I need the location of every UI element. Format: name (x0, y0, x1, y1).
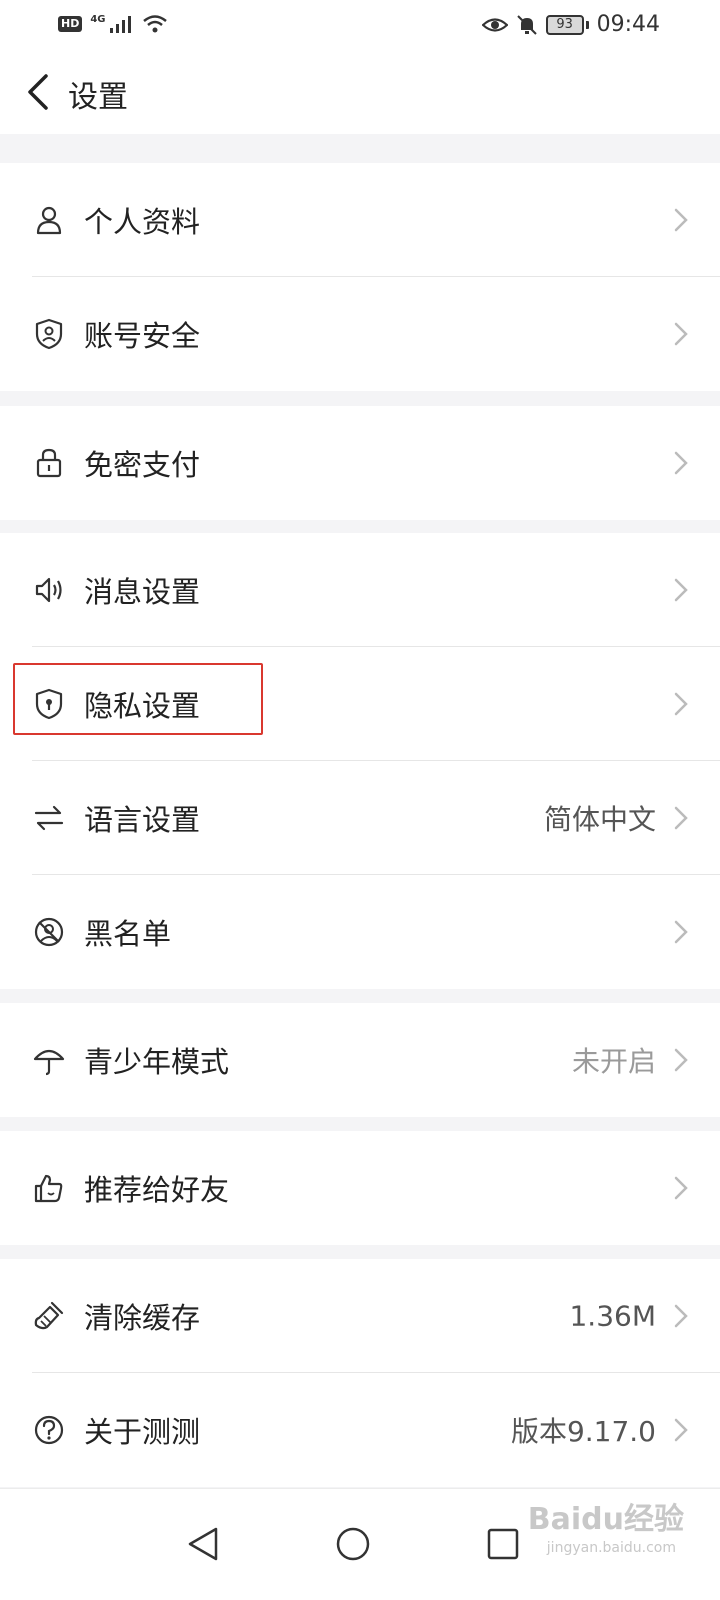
chevron-right-icon (674, 578, 688, 602)
wifi-icon (142, 15, 167, 33)
row-value: 版本9.17.0 (510, 1415, 656, 1448)
chevron-right-icon (674, 1304, 688, 1328)
row-label: 推荐给好友 (84, 1173, 230, 1207)
status-left: HD 4G (58, 14, 168, 34)
settings-group-storage: 清除缓存 1.36M 关于测测 版本9.17.0 (0, 1259, 720, 1487)
settings-row-account-security[interactable]: 账号安全 (0, 277, 720, 391)
blocked-user-icon (34, 917, 64, 947)
chevron-right-icon (674, 1418, 688, 1442)
row-value: 1.36M (569, 1299, 656, 1333)
chevron-right-icon (674, 806, 688, 830)
speaker-icon (35, 577, 62, 603)
row-label: 语言设置 (84, 803, 201, 837)
umbrella-icon (33, 1049, 65, 1076)
status-right: 93 09:44 (481, 12, 660, 37)
chevron-right-icon (674, 692, 688, 716)
chevron-right-icon (674, 1048, 688, 1072)
lock-icon (36, 448, 62, 478)
app-header: 设置 (0, 52, 720, 134)
settings-row-teen-mode[interactable]: 青少年模式 未开启 (0, 1003, 720, 1117)
bell-muted-icon (516, 14, 537, 35)
row-label: 免密支付 (84, 448, 201, 482)
chevron-right-icon (674, 322, 688, 346)
signal-icon (109, 16, 131, 33)
circle-home-icon[interactable] (318, 1509, 388, 1579)
page-title: 设置 (68, 80, 128, 115)
thumbs-up-icon (34, 1174, 63, 1203)
settings-row-message[interactable]: 消息设置 (0, 533, 720, 647)
chevron-right-icon (674, 208, 688, 232)
settings-group-general: 消息设置 隐私设置 语言设置 简体中文 黑名单 (0, 533, 720, 989)
row-label: 关于测测 (84, 1415, 201, 1449)
status-time: 09:44 (596, 12, 660, 37)
person-icon (36, 206, 62, 235)
network-label: 4G (90, 14, 106, 25)
chevron-right-icon (674, 1176, 688, 1200)
question-circle-icon (34, 1415, 64, 1445)
broom-icon (34, 1301, 64, 1330)
settings-row-language[interactable]: 语言设置 简体中文 (0, 761, 720, 875)
row-label: 个人资料 (84, 205, 201, 239)
swap-arrows-icon (34, 805, 64, 831)
status-bar: HD 4G 93 09:44 (0, 0, 720, 52)
row-label: 清除缓存 (84, 1301, 201, 1335)
settings-group-teen: 青少年模式 未开启 (0, 1003, 720, 1117)
battery-cap (585, 20, 589, 29)
settings-row-about[interactable]: 关于测测 版本9.17.0 (0, 1373, 720, 1487)
settings-group-share: 推荐给好友 (0, 1131, 720, 1245)
row-value: 简体中文 (543, 803, 656, 836)
shield-person-icon (35, 318, 63, 350)
hd-badge: HD (58, 16, 83, 32)
settings-row-profile[interactable]: 个人资料 (0, 163, 720, 277)
row-label: 隐私设置 (84, 689, 201, 723)
settings-row-password-free-payment[interactable]: 免密支付 (0, 406, 720, 520)
settings-group-account: 个人资料 账号安全 (0, 163, 720, 391)
settings-row-blacklist[interactable]: 黑名单 (0, 875, 720, 989)
chevron-right-icon (674, 920, 688, 944)
row-label: 青少年模式 (84, 1045, 230, 1079)
watermark: Baidu经验 (527, 1502, 684, 1537)
settings-row-clear-cache[interactable]: 清除缓存 1.36M (0, 1259, 720, 1373)
settings-row-privacy[interactable]: 隐私设置 (0, 647, 720, 761)
shield-keyhole-icon (35, 688, 63, 720)
watermark-url: jingyan.baidu.com (546, 1540, 676, 1556)
settings-group-payment: 免密支付 (0, 406, 720, 520)
row-value: 未开启 (571, 1045, 656, 1078)
chevron-left-icon[interactable] (20, 70, 60, 114)
row-label: 黑名单 (84, 917, 172, 951)
row-label: 账号安全 (84, 319, 201, 353)
triangle-back-icon[interactable] (168, 1509, 238, 1579)
settings-row-recommend[interactable]: 推荐给好友 (0, 1131, 720, 1245)
eye-icon (481, 17, 508, 32)
battery-indicator: 93 (545, 14, 584, 35)
row-label: 消息设置 (84, 575, 201, 609)
chevron-right-icon (674, 451, 688, 475)
